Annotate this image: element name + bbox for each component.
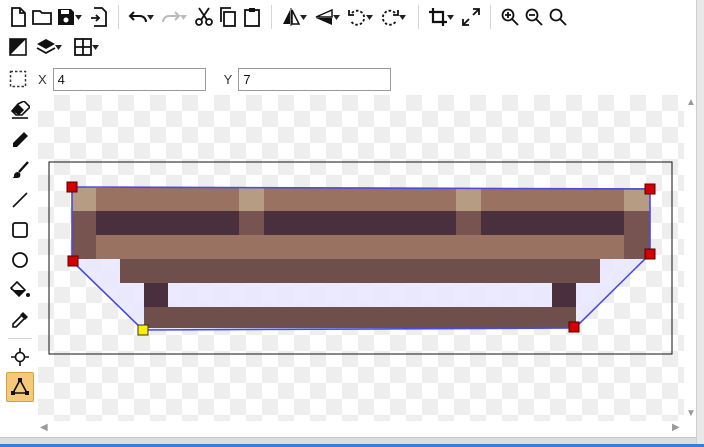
rotate-left-icon (348, 9, 366, 26)
selection-handle[interactable] (67, 255, 79, 267)
toolbar-separator (418, 5, 419, 29)
scroll-up-icon[interactable]: ▲ (686, 98, 696, 108)
pencil-icon (13, 132, 28, 147)
new-file-icon (11, 7, 26, 27)
secondary-toolbar (6, 32, 104, 62)
undo-icon (128, 11, 147, 23)
eraser-icon (10, 101, 30, 119)
eraser-tool[interactable] (6, 95, 34, 125)
resize-button[interactable] (459, 4, 483, 30)
window-edge (696, 0, 704, 447)
selection-handle[interactable] (644, 248, 656, 260)
pixel-art-canvas (48, 161, 673, 355)
copy-icon (220, 7, 236, 27)
scroll-right-icon[interactable]: ▶ (672, 423, 680, 433)
tool-palette (6, 95, 34, 402)
zoom-in-button[interactable] (498, 4, 522, 30)
zoom-in-icon (501, 8, 519, 26)
vertical-scrollbar[interactable]: ▲ ▼ (684, 95, 696, 435)
dashed-selection-icon (9, 70, 27, 88)
toolbar-separator (271, 5, 272, 29)
crosshair-icon (11, 348, 29, 366)
contrast-icon (9, 38, 27, 56)
grid-button[interactable] (71, 34, 95, 60)
clipboard-icon (244, 8, 260, 27)
ellipse-icon (12, 252, 28, 268)
rotate-right-button[interactable] (378, 4, 402, 30)
flip-horizontal-button[interactable] (279, 4, 303, 30)
export-button[interactable] (87, 4, 111, 30)
grid-icon (74, 38, 92, 56)
y-coordinate-input[interactable] (238, 67, 392, 91)
zoom-fit-button[interactable] (546, 4, 570, 30)
crosshair-tool[interactable] (6, 342, 34, 372)
layers-button[interactable] (34, 34, 58, 60)
new-file-button[interactable] (6, 4, 30, 30)
color-mode-button[interactable] (6, 34, 30, 60)
drawing-canvas[interactable] (38, 95, 684, 421)
line-tool[interactable] (6, 185, 34, 215)
selection-handle[interactable] (644, 183, 656, 195)
export-icon (91, 7, 107, 27)
zoom-out-icon (525, 8, 543, 26)
x-coordinate-label: X (38, 71, 47, 87)
horizontal-scrollbar[interactable]: ◀ ▶ (38, 421, 684, 435)
toolbar-separator (490, 5, 491, 29)
pixel-editor-window: X Y (0, 0, 704, 447)
expand-icon (462, 8, 480, 26)
paint-bucket-icon (10, 281, 30, 298)
open-file-button[interactable] (30, 4, 54, 30)
polygon-select-icon (11, 378, 29, 395)
brush-tool[interactable] (6, 155, 34, 185)
redo-button[interactable] (159, 4, 183, 30)
coordinate-bar: X Y (6, 66, 392, 92)
rotate-right-icon (381, 9, 399, 26)
selection-marquee-button[interactable] (6, 66, 30, 92)
line-icon (12, 192, 28, 208)
main-toolbar (6, 2, 570, 32)
eyedropper-tool[interactable] (6, 305, 34, 335)
scroll-down-icon[interactable]: ▼ (686, 409, 696, 419)
magnifier-icon (549, 8, 567, 26)
fill-tool[interactable] (6, 275, 34, 305)
tool-separator (8, 338, 32, 339)
scissors-icon (195, 7, 213, 26)
cut-button[interactable] (192, 4, 216, 30)
crop-icon (429, 8, 447, 26)
rotate-left-button[interactable] (345, 4, 369, 30)
flip-horizontal-icon (283, 8, 301, 26)
polygon-select-tool[interactable] (6, 372, 34, 402)
undo-button[interactable] (126, 4, 150, 30)
pixel-art-bench (72, 188, 650, 328)
ellipse-tool[interactable] (6, 245, 34, 275)
rectangle-tool[interactable] (6, 215, 34, 245)
brush-icon (12, 161, 29, 178)
selection-handle-active[interactable] (137, 324, 149, 336)
save-icon (58, 9, 74, 25)
flip-vertical-button[interactable] (312, 4, 336, 30)
scroll-left-icon[interactable]: ◀ (40, 423, 48, 433)
crop-button[interactable] (426, 4, 450, 30)
copy-button[interactable] (216, 4, 240, 30)
toolbar-separator (118, 5, 119, 29)
zoom-out-button[interactable] (522, 4, 546, 30)
layers-icon (36, 39, 56, 55)
flip-vertical-icon (315, 8, 333, 25)
selection-handle[interactable] (66, 181, 78, 193)
folder-icon (32, 10, 52, 25)
paste-button[interactable] (240, 4, 264, 30)
pencil-tool[interactable] (6, 125, 34, 155)
x-coordinate-input[interactable] (52, 67, 206, 91)
redo-icon (162, 11, 181, 23)
selection-handle[interactable] (568, 321, 580, 333)
save-button[interactable] (54, 4, 78, 30)
eyedropper-icon (12, 312, 28, 328)
y-coordinate-label: Y (223, 71, 233, 87)
rectangle-icon (12, 222, 28, 238)
